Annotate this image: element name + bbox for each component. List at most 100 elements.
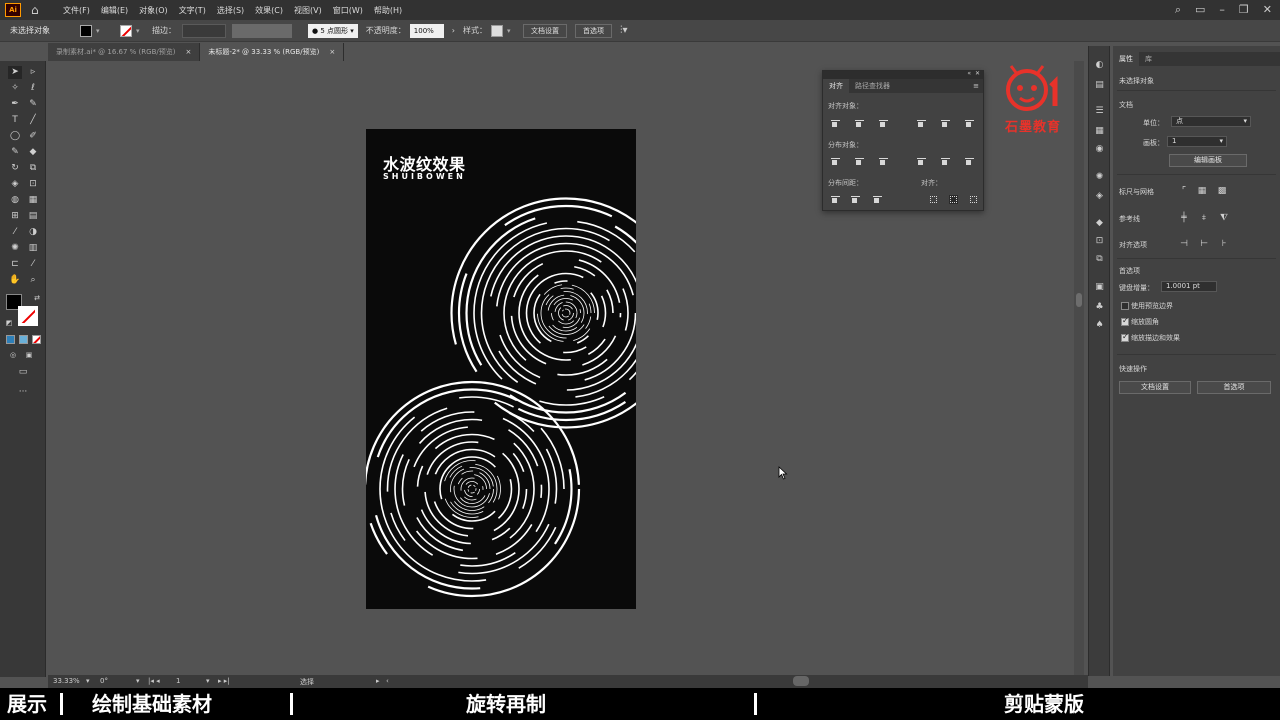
curvature-tool-icon[interactable]: ✎ — [26, 98, 40, 111]
variable-width-profile[interactable] — [232, 23, 292, 38]
scroll-left-icon[interactable]: ‹ — [386, 677, 389, 685]
search-icon[interactable]: ⌕ — [1175, 3, 1181, 17]
horizontal-scroll-thumb[interactable] — [793, 676, 809, 686]
shaper-tool-icon[interactable]: ✎ — [8, 146, 22, 159]
align-to-artboard-icon[interactable] — [969, 195, 978, 204]
hand-tool-icon[interactable]: ✋ — [8, 274, 22, 287]
menu-file[interactable]: 文件(F) — [63, 5, 90, 16]
artboard[interactable]: 水波纹效果 SHUIBOWEN — [366, 129, 636, 609]
chevron-right-icon[interactable]: › — [452, 26, 455, 35]
grid-icon[interactable]: ▦ — [1197, 186, 1207, 196]
menu-select[interactable]: 选择(S) — [217, 5, 244, 16]
document-icon[interactable]: ▤ — [1094, 80, 1105, 90]
chapter-showcase[interactable]: 展示 — [7, 690, 47, 718]
asset-export-icon[interactable]: ♠ — [1094, 320, 1105, 330]
style-swatch[interactable] — [490, 24, 503, 37]
workspace-icon[interactable]: ▭ — [1195, 3, 1205, 17]
preferences-button[interactable]: 首选项 — [574, 23, 612, 38]
artboard-select[interactable]: 1 ▾ — [1167, 136, 1227, 147]
chevron-down-icon[interactable]: ▾ — [136, 677, 140, 685]
magic-wand-icon[interactable]: ✧ — [8, 82, 22, 95]
home-icon[interactable]: ⌂ — [31, 3, 45, 17]
blend-tool-icon[interactable]: ◑ — [26, 226, 40, 239]
draw-mode-icon[interactable]: ◎ — [6, 349, 20, 362]
swatches-icon[interactable]: ▦ — [1094, 126, 1105, 136]
align-vcenter-icon[interactable] — [941, 119, 950, 128]
artboard-tool-icon[interactable]: ⊏ — [8, 258, 22, 271]
graphic-styles-icon[interactable]: ♣ — [1094, 302, 1105, 312]
brush-preset-select[interactable]: ● 5 点圆形 ▾ — [308, 23, 358, 38]
menu-type[interactable]: 文字(T) — [179, 5, 206, 16]
warp-tool-icon[interactable]: ◈ — [8, 178, 22, 191]
slice-tool-icon[interactable]: ⁄ — [26, 258, 40, 271]
gradient-mode-icon[interactable] — [19, 335, 28, 344]
opacity-input[interactable]: 100% — [409, 23, 444, 38]
minimize-icon[interactable]: – — [1219, 3, 1225, 17]
zoom-level[interactable]: 33.33% — [53, 677, 80, 685]
selection-tool-icon[interactable]: ➤ — [8, 66, 22, 79]
color-mode-icon[interactable] — [6, 335, 15, 344]
use-preview-bounds-checkbox[interactable] — [1121, 302, 1129, 310]
chevron-down-icon[interactable]: ▾ — [136, 27, 144, 35]
more-tools-icon[interactable]: ··· — [16, 386, 30, 399]
paintbrush-icon[interactable]: ✐ — [26, 130, 40, 143]
chapter-draw-basics[interactable]: 绘制基础素材 — [92, 690, 212, 718]
collapse-icon[interactable]: « — [967, 70, 971, 77]
snap-grid-icon[interactable]: ⊢ — [1199, 239, 1209, 249]
show-guides-icon[interactable]: ╪ — [1179, 213, 1189, 223]
rotate-tool-icon[interactable]: ↻ — [8, 162, 22, 175]
direct-selection-tool-icon[interactable]: ▹ — [26, 66, 40, 79]
menu-window[interactable]: 窗口(W) — [333, 5, 363, 16]
menu-help[interactable]: 帮助(H) — [374, 5, 402, 16]
artboard-number[interactable]: 1 — [176, 677, 180, 685]
stroke-swatch[interactable] — [120, 24, 132, 37]
ellipse-tool-icon[interactable]: ◯ — [8, 130, 22, 143]
scale-corners-checkbox[interactable] — [1121, 316, 1129, 326]
close-icon[interactable]: ✕ — [975, 70, 980, 77]
rotation-value[interactable]: 0° — [100, 677, 108, 685]
chevron-down-icon[interactable]: ▾ — [206, 677, 210, 685]
snap-point-icon[interactable]: ⊣ — [1179, 239, 1189, 249]
brushes-icon[interactable]: ✺ — [1094, 172, 1105, 182]
dist-left-icon[interactable] — [917, 157, 926, 166]
tab-untitled-2[interactable]: 未标题-2* @ 33.33 % (RGB/预览) × — [200, 43, 345, 61]
chapter-clipping-mask[interactable]: 剪贴蒙版 — [1004, 690, 1084, 718]
menu-effect[interactable]: 效果(C) — [255, 5, 283, 16]
keyboard-increment-input[interactable]: 1.0001 pt — [1161, 281, 1217, 292]
color-icon[interactable]: ◉ — [1094, 144, 1105, 154]
screen-mode-icon[interactable]: ▭ — [16, 366, 30, 379]
artboards-icon[interactable]: ⊡ — [1094, 236, 1105, 246]
menu-object[interactable]: 对象(O) — [139, 5, 168, 16]
restore-icon[interactable]: ❐ — [1239, 3, 1249, 17]
close-icon[interactable]: ✕ — [1263, 3, 1272, 17]
gradient-tool-icon[interactable]: ▤ — [26, 210, 40, 223]
chevron-right-icon[interactable]: ▸ — [376, 677, 380, 685]
align-to-key-icon[interactable] — [949, 195, 958, 204]
line-tool-icon[interactable]: ╱ — [26, 114, 40, 127]
close-icon[interactable]: × — [185, 48, 191, 56]
dist-vcenter-icon[interactable] — [855, 157, 864, 166]
appearance-icon[interactable]: ◐ — [1094, 60, 1105, 70]
stroke-weight-input[interactable] — [182, 23, 226, 38]
swap-colors-icon[interactable]: ⇄ — [30, 292, 44, 305]
symbol-sprayer-icon[interactable]: ✺ — [8, 242, 22, 255]
scale-strokes-checkbox[interactable] — [1121, 332, 1129, 342]
snap-pixel-icon[interactable]: ⊦ — [1219, 239, 1229, 249]
vertical-scrollbar[interactable] — [1074, 61, 1084, 675]
chevron-down-icon[interactable]: ▾ — [96, 27, 104, 35]
align-hcenter-icon[interactable] — [855, 119, 864, 128]
tab-recording-material[interactable]: 录制素材.ai* @ 16.67 % (RGB/预览) × — [48, 43, 201, 61]
edit-artboards-button[interactable]: 编辑画板 — [1169, 154, 1247, 167]
smart-guides-icon[interactable]: ⧨ — [1219, 213, 1229, 223]
tab-align[interactable]: 对齐 — [823, 79, 849, 93]
align-panel-icon[interactable]: ☰ — [1094, 106, 1105, 116]
doc-setup-button[interactable]: 文档设置 — [522, 23, 567, 38]
scale-tool-icon[interactable]: ⧉ — [26, 162, 40, 175]
doc-setup-button[interactable]: 文档设置 — [1119, 381, 1191, 394]
transparency-grid-icon[interactable]: ▩ — [1217, 186, 1227, 196]
lock-guides-icon[interactable]: ⧧ — [1199, 213, 1209, 223]
zoom-tool-icon[interactable]: ⌕ — [26, 274, 40, 287]
draw-inside-icon[interactable]: ▣ — [22, 349, 36, 362]
chapter-rotate-duplicate[interactable]: 旋转再制 — [466, 690, 546, 718]
panel-header[interactable]: « ✕ — [823, 70, 983, 79]
